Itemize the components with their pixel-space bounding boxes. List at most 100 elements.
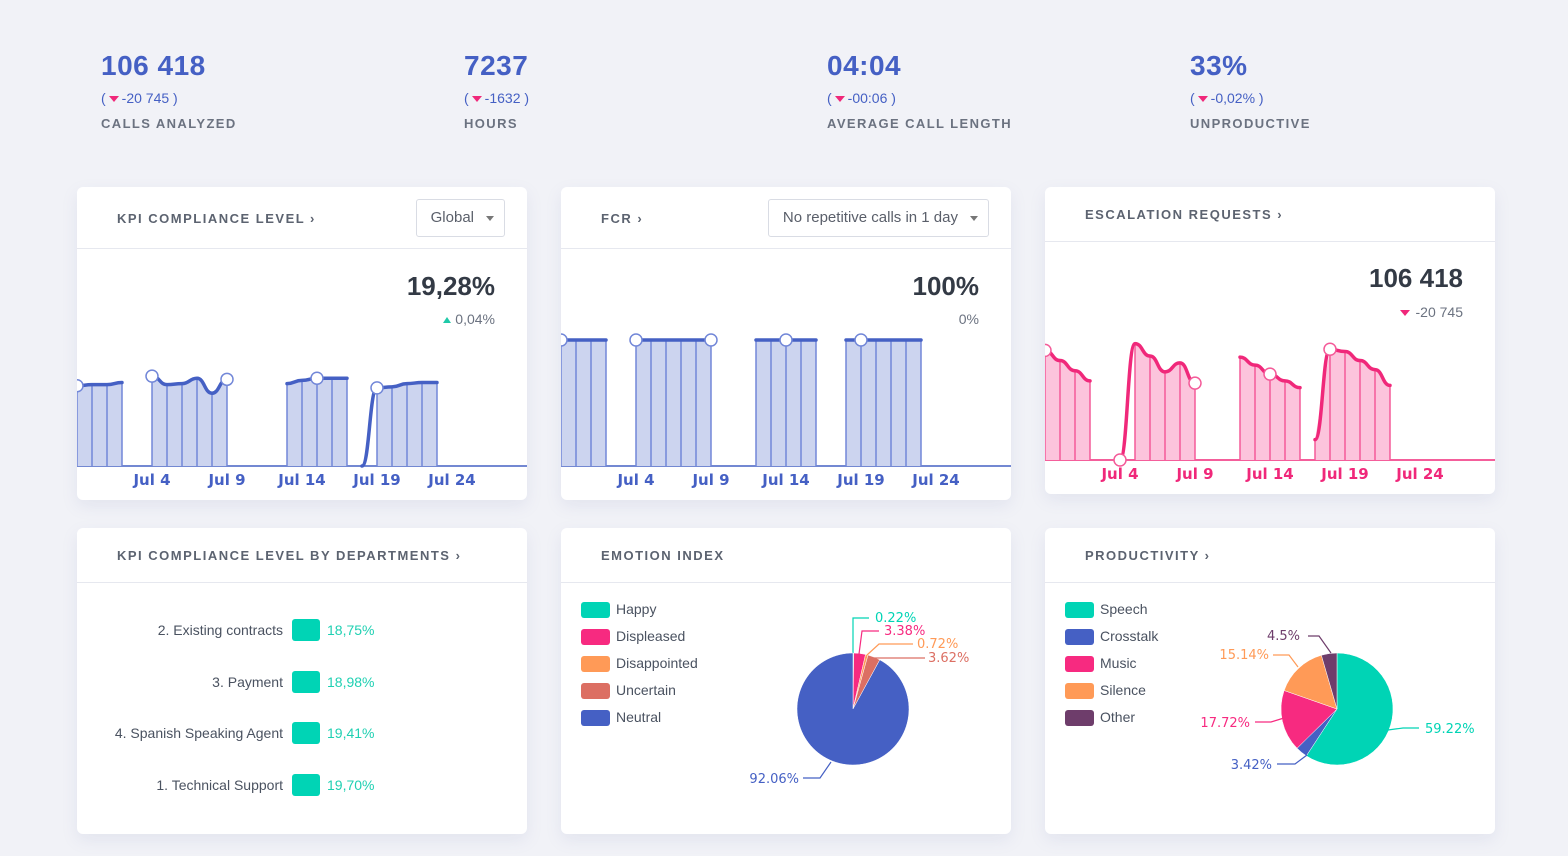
paren: ( <box>827 90 832 106</box>
kpi-delta: (-1632 ) <box>464 88 529 108</box>
paren: ( <box>101 90 106 106</box>
department-row: 3. Payment 18,98% <box>77 670 527 693</box>
kpi-label: UNPRODUCTIVE <box>1190 116 1311 131</box>
departments-card: KPI COMPLIANCE LEVEL BY DEPARTMENTS › 2.… <box>77 528 527 834</box>
data-point-marker <box>1045 343 1052 358</box>
pie-label-leader <box>1277 754 1308 765</box>
data-point-marker <box>220 372 234 387</box>
pie-label-leader <box>1308 635 1332 654</box>
data-point-marker <box>370 381 384 395</box>
data-point-marker <box>310 371 324 386</box>
trend-down-icon <box>108 95 119 102</box>
data-point-marker <box>1323 342 1337 357</box>
department-row: 2. Existing contracts 18,75% <box>77 619 527 641</box>
kpi-label: HOURS <box>464 116 518 131</box>
kpi-average-call-length: 04:04 (-00:06 ) AVERAGE CALL LENGTH <box>827 48 1012 131</box>
escalation-card: ESCALATION REQUESTS › 106 418 -20 745 Ju… <box>1045 187 1495 494</box>
kpi-compliance-chart: Jul 4 Jul 9 Jul 14 Jul 19 Jul 24 <box>77 369 527 489</box>
card-title-link[interactable]: KPI COMPLIANCE LEVEL BY DEPARTMENTS › <box>117 548 461 563</box>
area-fill <box>846 340 921 466</box>
department-name: 2. Existing contracts <box>157 622 283 638</box>
department-name: 3. Payment <box>212 673 283 690</box>
paren: ( <box>1190 90 1195 106</box>
emotion-card: EMOTION INDEX Happy Displeased Disappointe… <box>561 528 1011 834</box>
x-tick-label: Jul 14 <box>277 471 326 489</box>
kpi-value: 106 418 <box>101 50 206 81</box>
pie-label: 3.62% <box>928 651 969 666</box>
x-tick-label: Jul 24 <box>427 471 476 489</box>
paren: ) <box>891 90 896 106</box>
data-point-marker <box>629 333 643 347</box>
x-tick-label: Jul 24 <box>911 471 960 489</box>
pie-label-leader <box>1273 654 1299 668</box>
x-tick-label: Jul 14 <box>1245 465 1294 483</box>
pie-label: 59.22% <box>1425 722 1475 737</box>
trend-down-icon <box>1197 95 1208 102</box>
department-row: 1. Technical Support 19,70% <box>77 773 527 796</box>
kpi-delta-value: -20 745 <box>121 90 170 106</box>
escalation-chart: Jul 4 Jul 9 Jul 14 Jul 19 Jul 24 <box>1045 341 1495 483</box>
paren: ) <box>173 90 178 106</box>
department-value: 18,98% <box>327 673 375 690</box>
area-fill <box>561 340 606 466</box>
fcr-chart: Jul 4 Jul 9 Jul 14 Jul 19 Jul 24 <box>561 333 1011 489</box>
x-tick-label: Jul 19 <box>352 471 401 489</box>
pie-label-leader <box>866 643 913 656</box>
pie-label-leader <box>1387 727 1419 731</box>
x-tick-label: Jul 19 <box>1320 465 1369 483</box>
card-header: KPI COMPLIANCE LEVEL BY DEPARTMENTS › <box>77 528 527 583</box>
department-value: 19,41% <box>327 725 375 741</box>
productivity-card: PRODUCTIVITY › Speech Crosstalk Music Silen… <box>1045 528 1495 834</box>
data-point-marker <box>704 333 718 347</box>
kpi-delta: ( -20 745 ) <box>101 88 237 108</box>
x-tick-label: Jul 24 <box>1395 465 1444 483</box>
kpi-unproductive: 33% ( -0,02% ) UNPRODUCTIVE <box>1190 48 1311 131</box>
paren: ) <box>1258 90 1264 106</box>
pie-label-leader <box>858 630 879 655</box>
data-point-marker <box>77 379 84 393</box>
kpi-value: 7237 <box>464 50 529 81</box>
pie-label: 3.42% <box>1231 758 1272 773</box>
kpi-value: 33% <box>1190 50 1248 81</box>
data-point-marker <box>145 369 159 383</box>
x-tick-label: Jul 19 <box>836 471 885 489</box>
area-fill <box>636 340 711 466</box>
data-point-marker <box>561 333 568 347</box>
department-bar <box>292 773 320 796</box>
department-bar <box>292 619 320 641</box>
pie-label-leader <box>1255 717 1285 723</box>
department-name: 1. Technical Support <box>156 776 283 793</box>
x-tick-label: Jul 14 <box>761 471 810 489</box>
department-value: 18,75% <box>327 622 375 638</box>
pie-slice <box>796 652 910 766</box>
trend-down-icon <box>834 95 845 102</box>
x-tick-label: Jul 9 <box>207 471 245 489</box>
data-point-marker <box>779 333 793 347</box>
kpi-hours: 7237 (-1632 ) HOURS <box>464 48 529 131</box>
data-point-marker <box>1263 367 1277 381</box>
data-point-marker <box>1188 376 1202 390</box>
kpi-calls-analyzed: 106 418 (-20 745 ) CALLS ANALYZED <box>101 48 237 131</box>
paren: ) <box>524 90 530 106</box>
kpi-value: 04:04 <box>827 50 902 81</box>
kpi-compliance-card: KPI COMPLIANCE LEVEL › Global 19,28% 0,0… <box>77 187 527 500</box>
department-bar <box>292 670 320 693</box>
pie-label: 92.06% <box>749 772 799 787</box>
pie-label: 15.14% <box>1219 648 1269 663</box>
kpi-delta: ( -00:06 ) <box>827 88 1012 108</box>
pie-label: 4.5% <box>1267 629 1300 644</box>
trend-down-icon <box>471 95 482 102</box>
pie-label: 0.72% <box>917 637 958 652</box>
area-fill <box>77 382 122 466</box>
fcr-card: FCR › No repetitive calls in 1 day 100% … <box>561 187 1011 500</box>
emotion-pie-chart: 0.22%3.38%0.72%3.62%92.06% <box>749 611 969 787</box>
department-value: 19,70% <box>327 776 375 793</box>
kpi-delta-value: -1632 <box>484 90 521 106</box>
x-tick-label: Jul 4 <box>132 471 170 489</box>
x-tick-label: Jul 4 <box>1100 465 1138 483</box>
pie-label: 17.72% <box>1200 716 1250 731</box>
kpi-delta-value: -0,02% <box>1210 90 1256 106</box>
data-point-marker <box>854 333 868 347</box>
kpi-delta-value: -00:06 <box>847 90 888 106</box>
department-row: 4. Spanish Speaking Agent 19,41% <box>77 722 527 744</box>
